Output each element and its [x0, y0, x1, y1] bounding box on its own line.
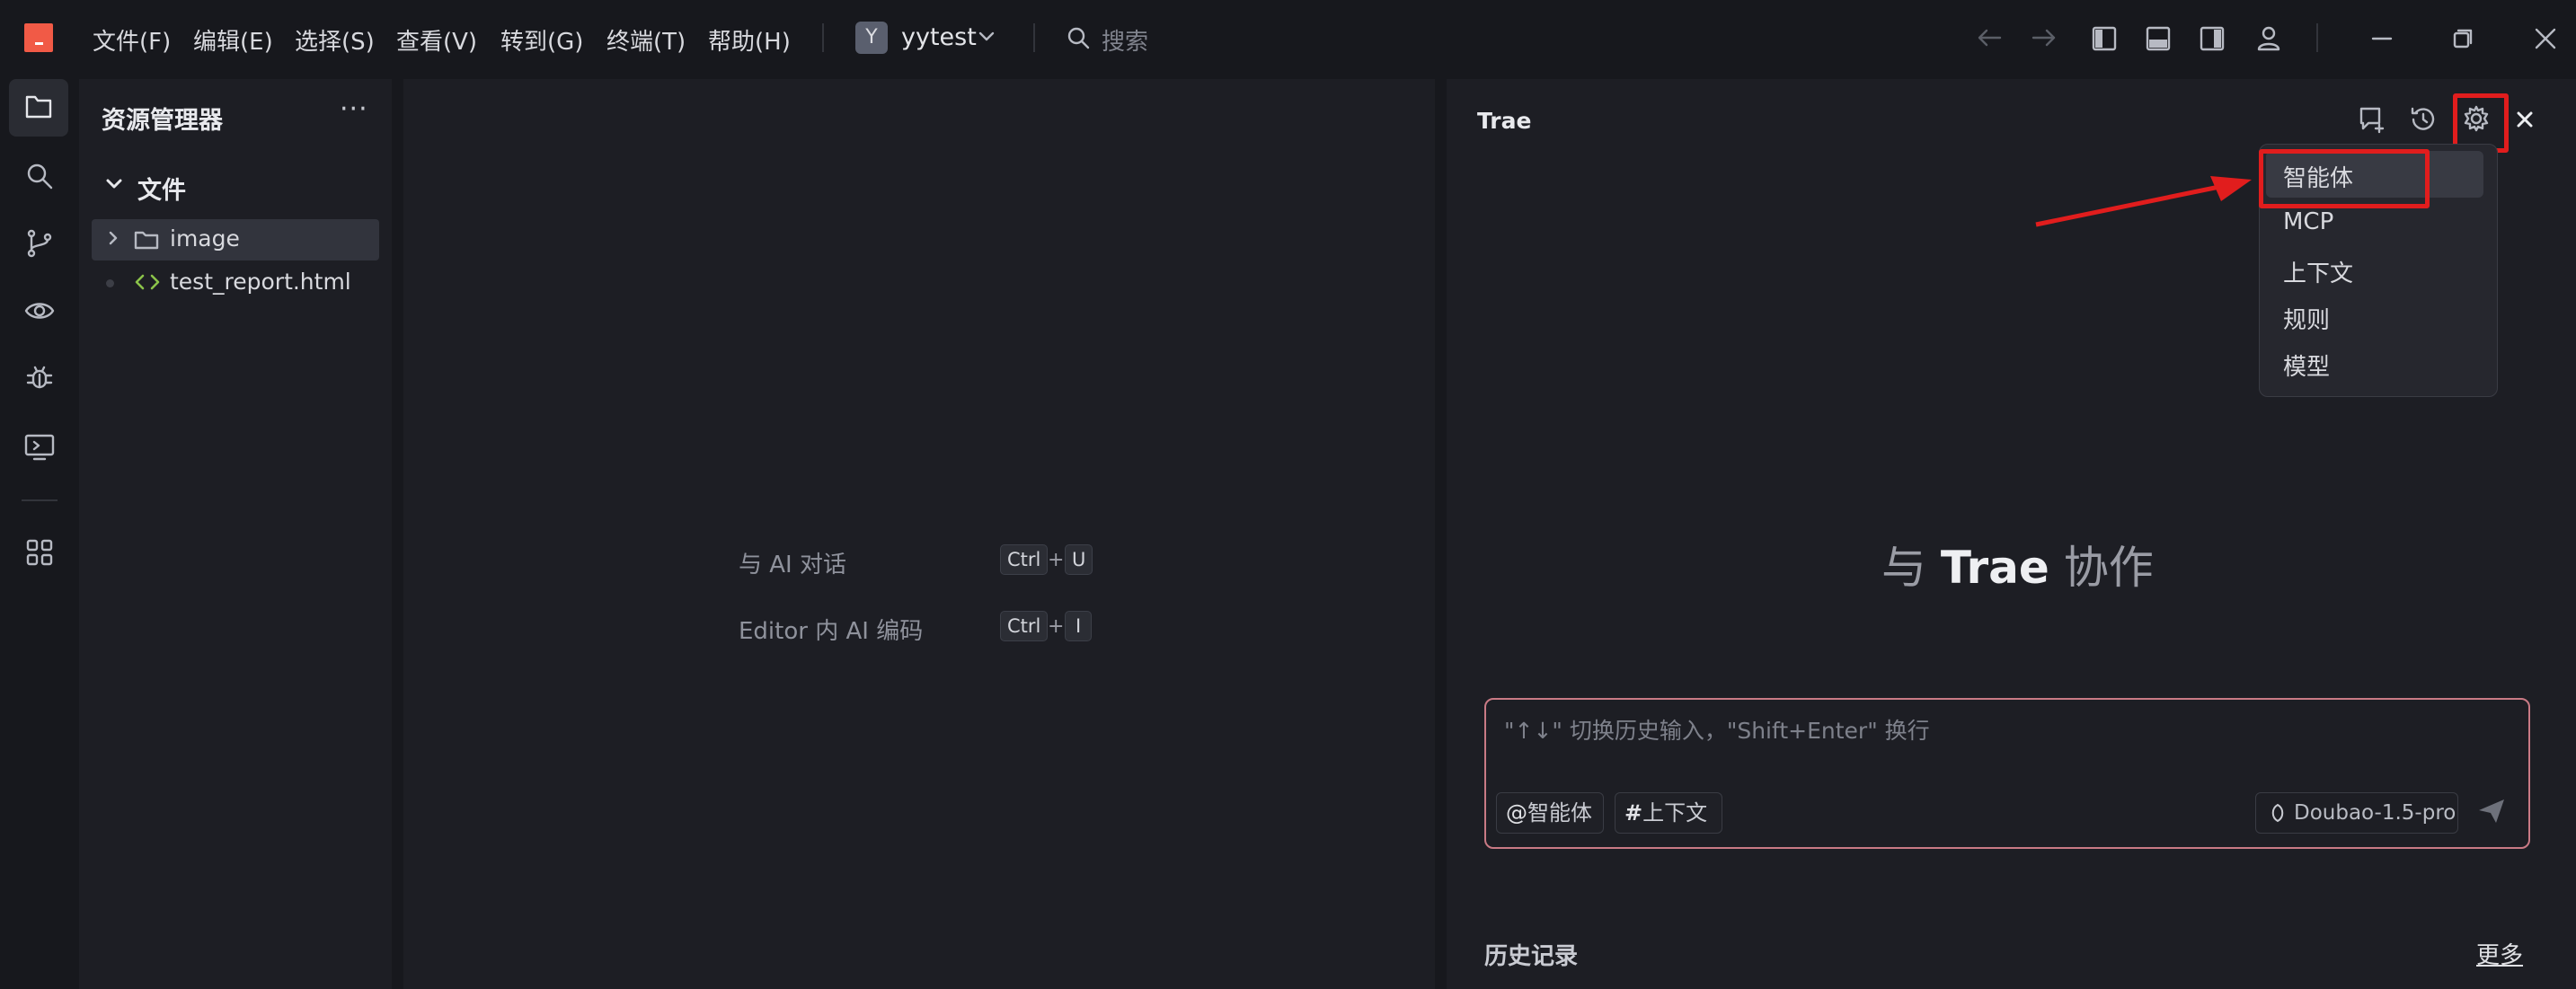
menu-go[interactable]: 转到(G) [500, 23, 583, 57]
chat-input-placeholder[interactable]: "↑↓" 切换历史输入，"Shift+Enter" 换行 [1504, 713, 1930, 746]
back-arrow-icon[interactable] [1977, 27, 2002, 49]
model-logo-icon [2271, 803, 2284, 823]
kbd-key: U [1065, 544, 1093, 575]
kbd-plus: + [1048, 615, 1065, 638]
forward-arrow-icon[interactable] [2032, 27, 2057, 49]
kbd-plus: + [1048, 549, 1065, 571]
menu-item-context[interactable]: 上下文 [2283, 255, 2353, 288]
menu-item-models[interactable]: 模型 [2283, 349, 2330, 382]
model-name: Doubao-1.5-pro [2294, 801, 2456, 825]
toggle-bottom-panel-icon[interactable] [2146, 26, 2171, 51]
menu-item-rules[interactable]: 规则 [2283, 302, 2330, 335]
search-activity-icon[interactable] [25, 162, 54, 190]
search-input[interactable]: 搜索 [1102, 23, 1148, 57]
menu-file[interactable]: 文件(F) [93, 23, 171, 57]
close-window-icon[interactable] [2534, 27, 2557, 50]
menu-item-agent[interactable]: 智能体 [2283, 160, 2353, 193]
preview-eye-icon[interactable] [23, 296, 56, 325]
title-bar [0, 0, 2576, 79]
toggle-left-panel-icon[interactable] [2092, 26, 2117, 51]
collab-prefix: 与 [1881, 542, 1926, 594]
remote-monitor-icon[interactable] [23, 433, 56, 462]
tree-item-image[interactable]: image [170, 225, 240, 252]
collab-suffix: 协作 [2063, 542, 2154, 594]
kbd-key: I [1065, 611, 1093, 641]
editor-area [403, 79, 1435, 989]
divider [1033, 23, 1035, 52]
history-icon[interactable] [2409, 105, 2438, 134]
close-panel-icon[interactable] [2516, 110, 2534, 128]
context-chip-button[interactable]: #上下文 [1615, 792, 1722, 834]
explorer-files-icon[interactable] [24, 93, 53, 120]
chevron-down-icon[interactable] [105, 178, 123, 190]
source-control-icon[interactable] [25, 228, 54, 259]
agent-chip-button[interactable]: @智能体 [1496, 792, 1604, 834]
extensions-grid-icon[interactable] [25, 538, 54, 567]
divider [2316, 23, 2318, 52]
annotation-arrow [2035, 176, 2252, 227]
hash-symbol-icon: # [1624, 800, 1643, 826]
workspace-avatar[interactable]: Y [855, 22, 888, 54]
search-icon[interactable] [1066, 25, 1093, 52]
explorer-panel [79, 79, 392, 989]
history-more-link[interactable]: 更多 [2476, 937, 2523, 970]
divider [822, 23, 824, 52]
new-chat-icon[interactable] [2358, 105, 2388, 134]
settings-gear-icon[interactable] [2462, 104, 2491, 133]
hint-inline-label: Editor 内 AI 编码 [739, 618, 924, 645]
kbd-key: Ctrl [1000, 611, 1049, 641]
kbd-key: Ctrl [1000, 544, 1049, 575]
model-selector[interactable]: Doubao-1.5-pro [2255, 792, 2458, 834]
hint-chat-label: 与 AI 对话 [739, 552, 846, 578]
explorer-more-button[interactable]: ··· [340, 93, 368, 125]
activity-bar [0, 79, 79, 989]
restore-icon[interactable] [2451, 27, 2474, 50]
send-icon[interactable] [2476, 796, 2507, 826]
agent-chip-label: 智能体 [1527, 800, 1592, 826]
menu-edit[interactable]: 编辑(E) [193, 23, 273, 57]
minimize-icon[interactable] [2370, 27, 2394, 50]
explorer-section-title[interactable]: 文件 [137, 171, 186, 206]
chevron-right-icon[interactable] [108, 230, 119, 246]
explorer-title: 资源管理器 [102, 107, 223, 135]
app-logo-icon [24, 23, 53, 52]
collab-heading: 与 Trae 协作 [1881, 532, 2154, 596]
collab-brand: Trae [1940, 542, 2049, 594]
menu-terminal[interactable]: 终端(T) [606, 23, 686, 57]
activity-divider [22, 499, 58, 501]
tree-item-test-report[interactable]: test_report.html [170, 269, 351, 295]
menu-help[interactable]: 帮助(H) [708, 23, 791, 57]
context-chip-label: 上下文 [1642, 800, 1708, 826]
file-status-dot [106, 279, 114, 287]
account-icon[interactable] [2255, 24, 2282, 51]
workspace-name[interactable]: yytest [901, 23, 977, 51]
at-symbol-icon: @ [1506, 800, 1527, 826]
chevron-down-icon[interactable] [978, 31, 996, 43]
folder-icon [134, 231, 159, 250]
menu-selection[interactable]: 选择(S) [295, 23, 375, 57]
html-file-icon [135, 274, 160, 290]
menu-item-mcp[interactable]: MCP [2283, 208, 2333, 235]
debug-bug-icon[interactable] [24, 363, 55, 393]
trae-panel-title: Trae [1477, 108, 1532, 134]
toggle-right-panel-icon[interactable] [2200, 26, 2225, 51]
history-title: 历史记录 [1484, 943, 1579, 970]
menu-view[interactable]: 查看(V) [396, 23, 477, 57]
